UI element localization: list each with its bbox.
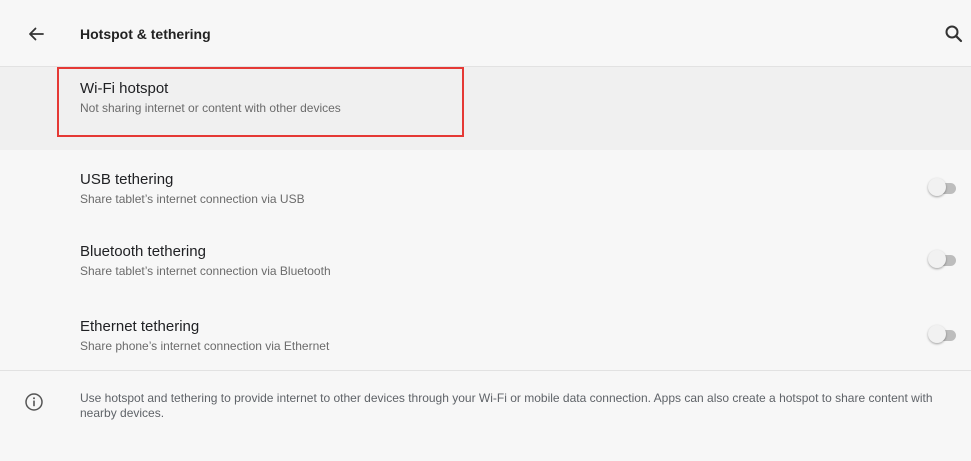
app-bar: Hotspot & tethering (0, 0, 971, 67)
search-icon (945, 25, 963, 43)
usb-tethering-title: USB tethering (80, 171, 174, 188)
bluetooth-tethering-item[interactable]: Bluetooth tethering Share tablet’s inter… (0, 235, 971, 307)
ethernet-tethering-title: Ethernet tethering (80, 318, 200, 335)
ethernet-tethering-item[interactable]: Ethernet tethering Share phone’s interne… (0, 307, 971, 379)
divider (0, 370, 971, 371)
ethernet-tethering-switch[interactable] (928, 325, 958, 345)
bluetooth-tethering-subtitle: Share tablet’s internet connection via B… (80, 264, 331, 278)
wifi-hotspot-item[interactable]: Wi-Fi hotspot Not sharing internet or co… (0, 67, 971, 150)
arrow-left-icon (29, 27, 44, 41)
info-footer-text: Use hotspot and tethering to provide int… (80, 391, 933, 420)
ethernet-tethering-subtitle: Share phone’s internet connection via Et… (80, 339, 330, 353)
usb-tethering-switch[interactable] (928, 178, 958, 198)
info-icon (25, 393, 43, 411)
bluetooth-tethering-switch[interactable] (928, 250, 958, 270)
wifi-hotspot-title: Wi-Fi hotspot (80, 80, 169, 97)
usb-tethering-subtitle: Share tablet’s internet connection via U… (80, 192, 305, 206)
page-title: Hotspot & tethering (80, 26, 211, 42)
wifi-hotspot-subtitle: Not sharing internet or content with oth… (80, 101, 341, 115)
usb-tethering-item[interactable]: USB tethering Share tablet’s internet co… (0, 163, 971, 235)
bluetooth-tethering-title: Bluetooth tethering (80, 243, 206, 260)
search-button[interactable] (944, 18, 971, 50)
back-button[interactable] (20, 18, 52, 50)
